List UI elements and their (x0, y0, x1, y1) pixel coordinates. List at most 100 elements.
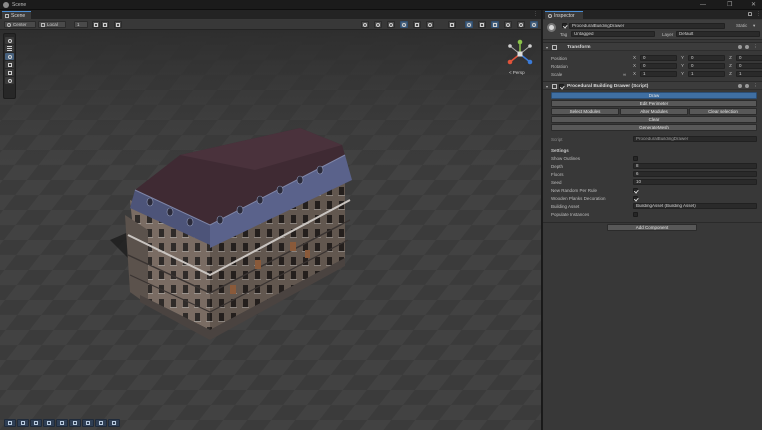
transform-tool[interactable] (5, 77, 14, 84)
clear-selection-button[interactable]: Clear selection (689, 108, 757, 115)
bottom-tool-7[interactable] (82, 419, 94, 427)
fold-arrow-icon[interactable]: ▾ (546, 84, 548, 89)
orientation-button[interactable] (530, 21, 538, 28)
scale-z[interactable]: 1 (736, 71, 762, 77)
component-menu-icon[interactable]: ⋮ (753, 83, 758, 89)
script-component-header[interactable]: ▾ Procedural Building Drawer (Script) ⋮ (543, 81, 762, 90)
transform-header[interactable]: ▾ Transform ⋮ (543, 42, 762, 51)
script-label: Script (551, 137, 563, 142)
rotation-z[interactable]: 0 (736, 63, 762, 69)
floors-field[interactable]: 6 (633, 171, 757, 177)
minimize-button[interactable]: — (700, 1, 706, 9)
scene-viewport[interactable] (0, 30, 541, 430)
populate-instances-checkbox[interactable] (633, 212, 638, 217)
show-outlines-checkbox[interactable] (633, 156, 638, 161)
space-mode-dropdown[interactable]: Local (38, 21, 66, 28)
help-icon[interactable] (738, 84, 742, 88)
static-label[interactable]: Static (736, 23, 747, 28)
object-active-checkbox[interactable] (562, 23, 567, 28)
grid-size-field[interactable]: 1 (74, 21, 88, 28)
audio-icon (402, 23, 406, 27)
clear-button[interactable]: Clear (551, 116, 757, 123)
increment-snap-button[interactable] (114, 21, 122, 28)
scale-x[interactable]: 1 (640, 71, 677, 77)
perspective-label[interactable]: < Persp (509, 70, 525, 75)
scale-link-icon[interactable]: ∞ (623, 72, 626, 77)
tile-icon (99, 421, 103, 425)
add-component-button[interactable]: Add Component (607, 224, 697, 231)
building-asset-field[interactable]: BuildingAsset (Building Asset) (633, 203, 757, 209)
pivot-mode-dropdown[interactable]: Center (4, 21, 36, 28)
2d-toggle-button[interactable] (374, 21, 382, 28)
layer-dropdown[interactable]: Default (676, 31, 760, 37)
effects-icon (415, 23, 419, 27)
gizmos-button[interactable] (465, 21, 473, 28)
close-button[interactable]: ✕ (751, 1, 756, 9)
rotation-label: Rotation (551, 64, 568, 69)
scale-tool[interactable] (5, 61, 14, 68)
rect-tool[interactable] (5, 69, 14, 76)
effects-toggle-button[interactable] (413, 21, 421, 28)
wooden-planks-label: Wooden Planks Decoration (551, 196, 606, 201)
depth-field[interactable]: 8 (633, 163, 757, 169)
static-dropdown-icon[interactable]: ▾ (753, 23, 755, 29)
grid-toggle-button[interactable] (92, 21, 100, 28)
lighting-toggle-button[interactable] (387, 21, 395, 28)
component-menu-icon[interactable]: ⋮ (753, 44, 758, 50)
object-name-field[interactable]: ProceduralBuildingDrawer (569, 23, 725, 29)
rotation-x[interactable]: 0 (640, 63, 677, 69)
presets-icon[interactable] (745, 45, 749, 49)
tab-scene[interactable]: Scene (2, 11, 32, 19)
seed-field[interactable]: 10 (633, 179, 757, 185)
generate-mesh-button[interactable]: GenerateMesh (551, 124, 757, 131)
shading-mode-button[interactable] (361, 21, 369, 28)
bottom-tool-3[interactable] (30, 419, 42, 427)
scale-y[interactable]: 1 (688, 71, 725, 77)
view-tool[interactable] (5, 37, 14, 44)
edit-perimeter-button[interactable]: Edit Perimeter (551, 100, 757, 107)
fold-arrow-icon[interactable]: ▾ (546, 45, 548, 50)
wooden-planks-checkbox[interactable] (633, 196, 638, 201)
bottom-tool-5[interactable] (56, 419, 68, 427)
scene-visibility-button[interactable] (504, 21, 512, 28)
move-tool[interactable] (5, 45, 14, 52)
orientation-gizmo[interactable] (505, 38, 535, 72)
rotation-y[interactable]: 0 (688, 63, 725, 69)
draw-mode-button[interactable] (478, 21, 486, 28)
tab-inspector[interactable]: Inspector (545, 11, 583, 19)
render-overlay-button[interactable] (491, 21, 499, 28)
hidden-objects-button[interactable] (426, 21, 434, 28)
bottom-tool-9[interactable] (108, 419, 120, 427)
maximize-button[interactable]: ❐ (727, 1, 732, 9)
bottom-tool-4[interactable] (43, 419, 55, 427)
position-x[interactable]: 0 (640, 55, 677, 61)
select-modules-button[interactable]: Select Modules (551, 108, 619, 115)
bottom-tool-1[interactable] (4, 419, 16, 427)
tag-dropdown[interactable]: Untagged (571, 31, 655, 37)
new-random-per-rule-checkbox[interactable] (633, 188, 638, 193)
settings-button[interactable] (517, 21, 525, 28)
bottom-tool-8[interactable] (95, 419, 107, 427)
rotate-tool[interactable] (5, 53, 14, 60)
pivot-icon (7, 22, 11, 27)
position-z[interactable]: 0 (736, 55, 762, 61)
audio-toggle-button[interactable] (400, 21, 408, 28)
snap-button[interactable] (101, 21, 109, 28)
visibility-icon (506, 23, 510, 27)
position-y[interactable]: 0 (688, 55, 725, 61)
lock-icon[interactable] (748, 12, 752, 16)
script-enabled-checkbox[interactable] (559, 84, 564, 89)
help-icon[interactable] (738, 45, 742, 49)
bottom-tool-2[interactable] (17, 419, 29, 427)
scene-camera-button[interactable] (448, 21, 456, 28)
snap-icon (103, 23, 107, 27)
position-label: Position (551, 56, 568, 61)
light-bulb-icon (389, 23, 393, 27)
tab-menu-icon[interactable]: ⋮ (533, 11, 538, 17)
presets-icon[interactable] (745, 84, 749, 88)
alter-modules-button[interactable]: Alter Modules (620, 108, 688, 115)
draw-button[interactable]: Draw (551, 92, 757, 99)
inspector-menu-icon[interactable]: ⋮ (756, 11, 761, 17)
scene-tab-icon (5, 13, 9, 18)
bottom-tool-6[interactable] (69, 419, 81, 427)
